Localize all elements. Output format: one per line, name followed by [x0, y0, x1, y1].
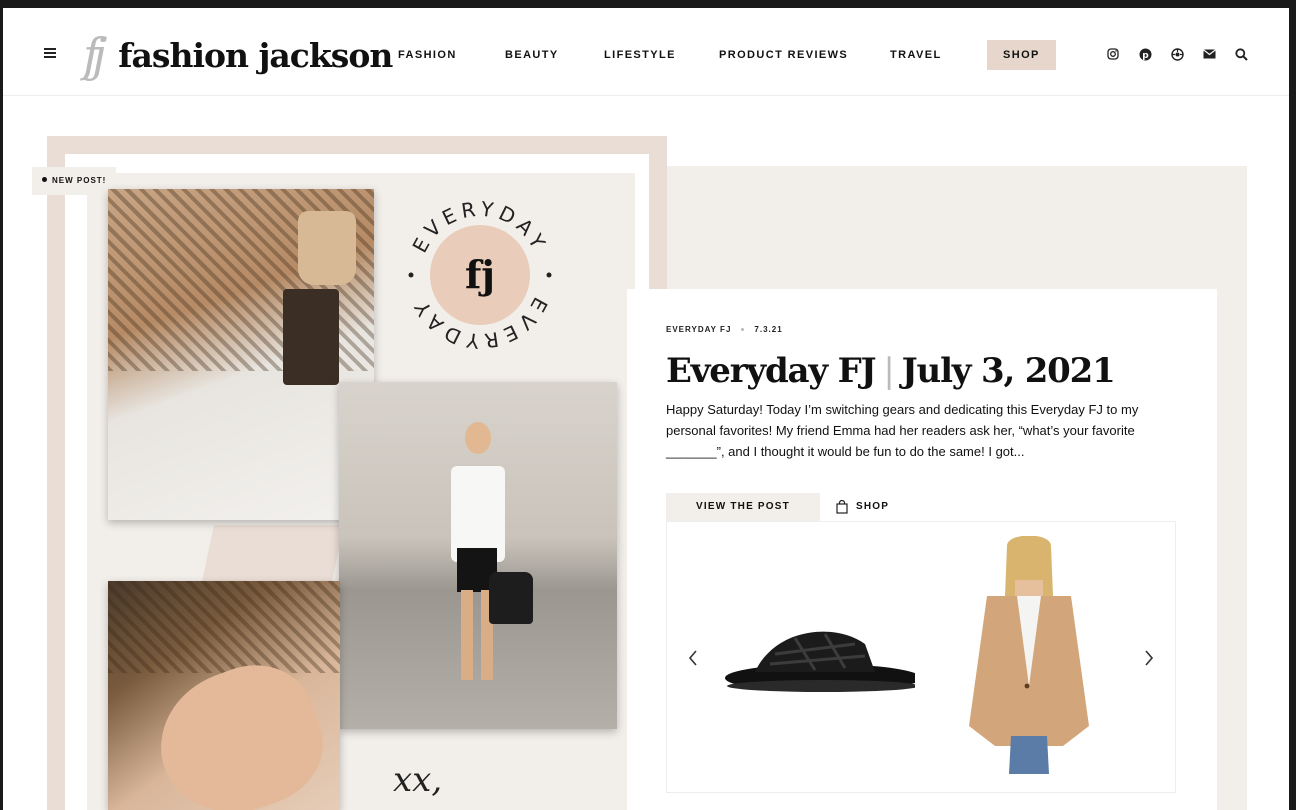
post-title-part2: July 3, 2021 [901, 351, 1116, 391]
search-icon[interactable] [1225, 44, 1257, 64]
badge-label: NEW POST! [52, 176, 107, 185]
product-black-sandal[interactable] [715, 614, 915, 704]
bag-icon [836, 500, 848, 514]
post-date: 7.3.21 [754, 325, 783, 334]
shop-tab[interactable]: SHOP [820, 493, 905, 521]
site-logo[interactable]: fj fashion jackson [83, 28, 393, 82]
nav-lifestyle[interactable]: LIFESTYLE [604, 40, 676, 70]
post-tabs: VIEW THE POST SHOP [666, 493, 905, 521]
logo-print-pattern [108, 581, 340, 673]
post-excerpt: Happy Saturday! Today I’m switching gear… [666, 402, 1139, 459]
nav-fashion[interactable]: FASHION [398, 40, 457, 70]
post-title[interactable]: Everyday FJ | July 3, 2021 [666, 351, 1116, 391]
badge-dot-icon [42, 177, 47, 183]
social-icons: p [1097, 44, 1257, 64]
shop-tab-label: SHOP [855, 501, 890, 512]
logo-mark: fj [83, 28, 106, 82]
coffee-cup [298, 211, 356, 285]
product-camel-blazer[interactable] [957, 536, 1099, 776]
mail-icon[interactable] [1193, 44, 1225, 64]
carousel-prev-icon[interactable] [683, 646, 703, 670]
decorative-swash [202, 525, 344, 581]
svg-text:p: p [1142, 51, 1149, 61]
everyday-stamp: EVERYDAY EVERYDAY fj [407, 196, 552, 354]
pinterest-icon[interactable]: p [1129, 44, 1161, 64]
signature: xx, [393, 760, 443, 800]
backpack [489, 572, 533, 624]
model-figure [447, 422, 509, 692]
menu-icon[interactable] [44, 48, 56, 58]
stamp-center-mark: fj [465, 252, 495, 297]
logo-text: fashion jackson [118, 35, 393, 75]
shopping-bag-icon[interactable] [1161, 44, 1193, 64]
browser-viewport: fj fashion jackson FASHION BEAUTY LIFEST… [3, 8, 1289, 810]
site-header: fj fashion jackson FASHION BEAUTY LIFEST… [3, 8, 1289, 96]
nav-product-reviews[interactable]: PRODUCT REVIEWS [719, 40, 848, 70]
carousel-next-icon[interactable] [1139, 646, 1159, 670]
featured-post-card: EVERYDAY FJ 7.3.21 Everyday FJ | July 3, 20… [627, 289, 1217, 810]
handbag [283, 289, 339, 385]
post-title-part1: Everyday FJ [666, 351, 877, 391]
view-post-button[interactable]: VIEW THE POST [666, 493, 820, 521]
collage-photo-center[interactable] [339, 382, 617, 729]
post-meta: EVERYDAY FJ 7.3.21 [666, 325, 783, 334]
instagram-icon[interactable] [1097, 44, 1129, 64]
post-category[interactable]: EVERYDAY FJ [666, 325, 731, 334]
new-post-badge: NEW POST! [32, 167, 117, 195]
nav-shop[interactable]: SHOP [987, 40, 1056, 70]
nav-travel[interactable]: TRAVEL [890, 40, 942, 70]
nav-beauty[interactable]: BEAUTY [505, 40, 559, 70]
collage-photo-bottom[interactable] [108, 581, 340, 810]
collage-photo-top[interactable] [108, 189, 374, 520]
post-title-separator: | [883, 351, 894, 391]
product-carousel [666, 521, 1176, 793]
